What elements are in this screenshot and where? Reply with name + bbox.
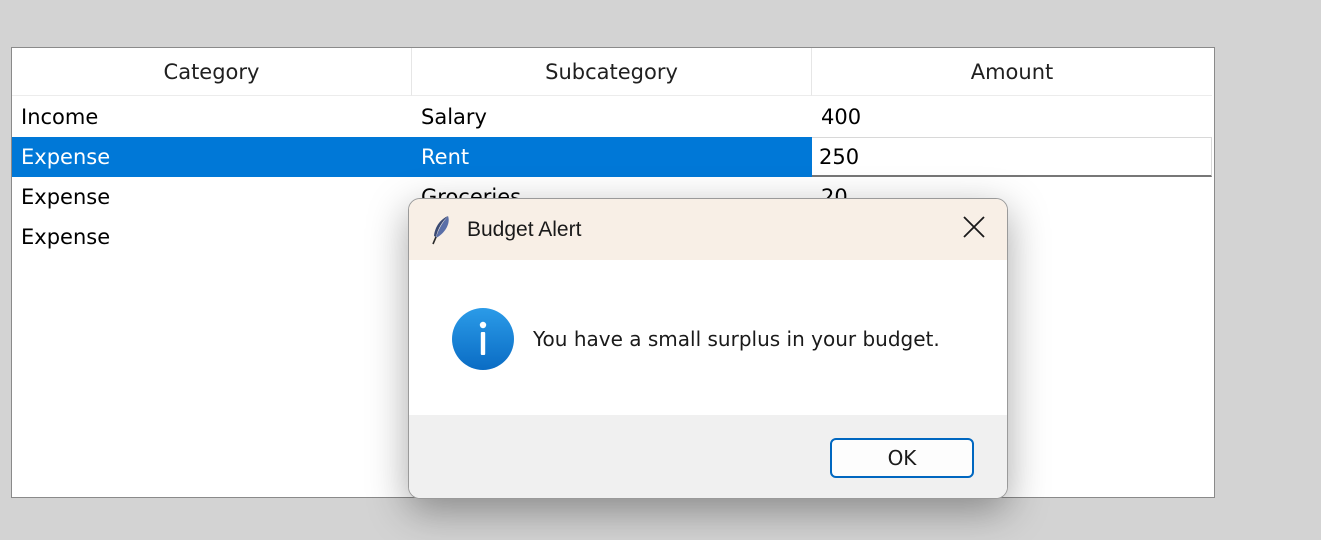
column-header-category[interactable]: Category — [12, 48, 412, 96]
table-row-selected[interactable]: Expense Rent 250 — [12, 137, 1212, 177]
amount-edit-field[interactable]: 250 — [812, 137, 1212, 177]
info-icon — [451, 307, 515, 371]
feather-icon — [429, 214, 453, 246]
ok-button[interactable]: OK — [830, 438, 974, 478]
dialog-message: You have a small surplus in your budget. — [533, 327, 940, 351]
close-icon — [963, 216, 985, 242]
close-button[interactable] — [951, 207, 997, 251]
budget-alert-dialog: Budget Alert You have a small surplus in… — [408, 198, 1008, 499]
dialog-body: You have a small surplus in your budget. — [409, 260, 1007, 415]
table-header: Category Subcategory Amount — [12, 48, 1212, 96]
dialog-title: Budget Alert — [467, 218, 582, 241]
dialog-titlebar[interactable]: Budget Alert — [409, 199, 1007, 260]
column-header-subcategory[interactable]: Subcategory — [412, 48, 812, 96]
table-row[interactable]: Income Salary 400 — [12, 97, 1212, 137]
category-cell[interactable]: Expense — [12, 137, 412, 177]
category-cell[interactable]: Expense — [12, 217, 412, 257]
category-cell[interactable]: Expense — [12, 177, 412, 217]
subcategory-cell[interactable]: Salary — [412, 97, 812, 137]
column-header-amount[interactable]: Amount — [812, 48, 1212, 96]
amount-cell[interactable]: 400 — [812, 97, 1212, 137]
category-cell[interactable]: Income — [12, 97, 412, 137]
dialog-footer: OK — [409, 415, 1007, 498]
subcategory-cell[interactable]: Rent — [412, 137, 812, 177]
